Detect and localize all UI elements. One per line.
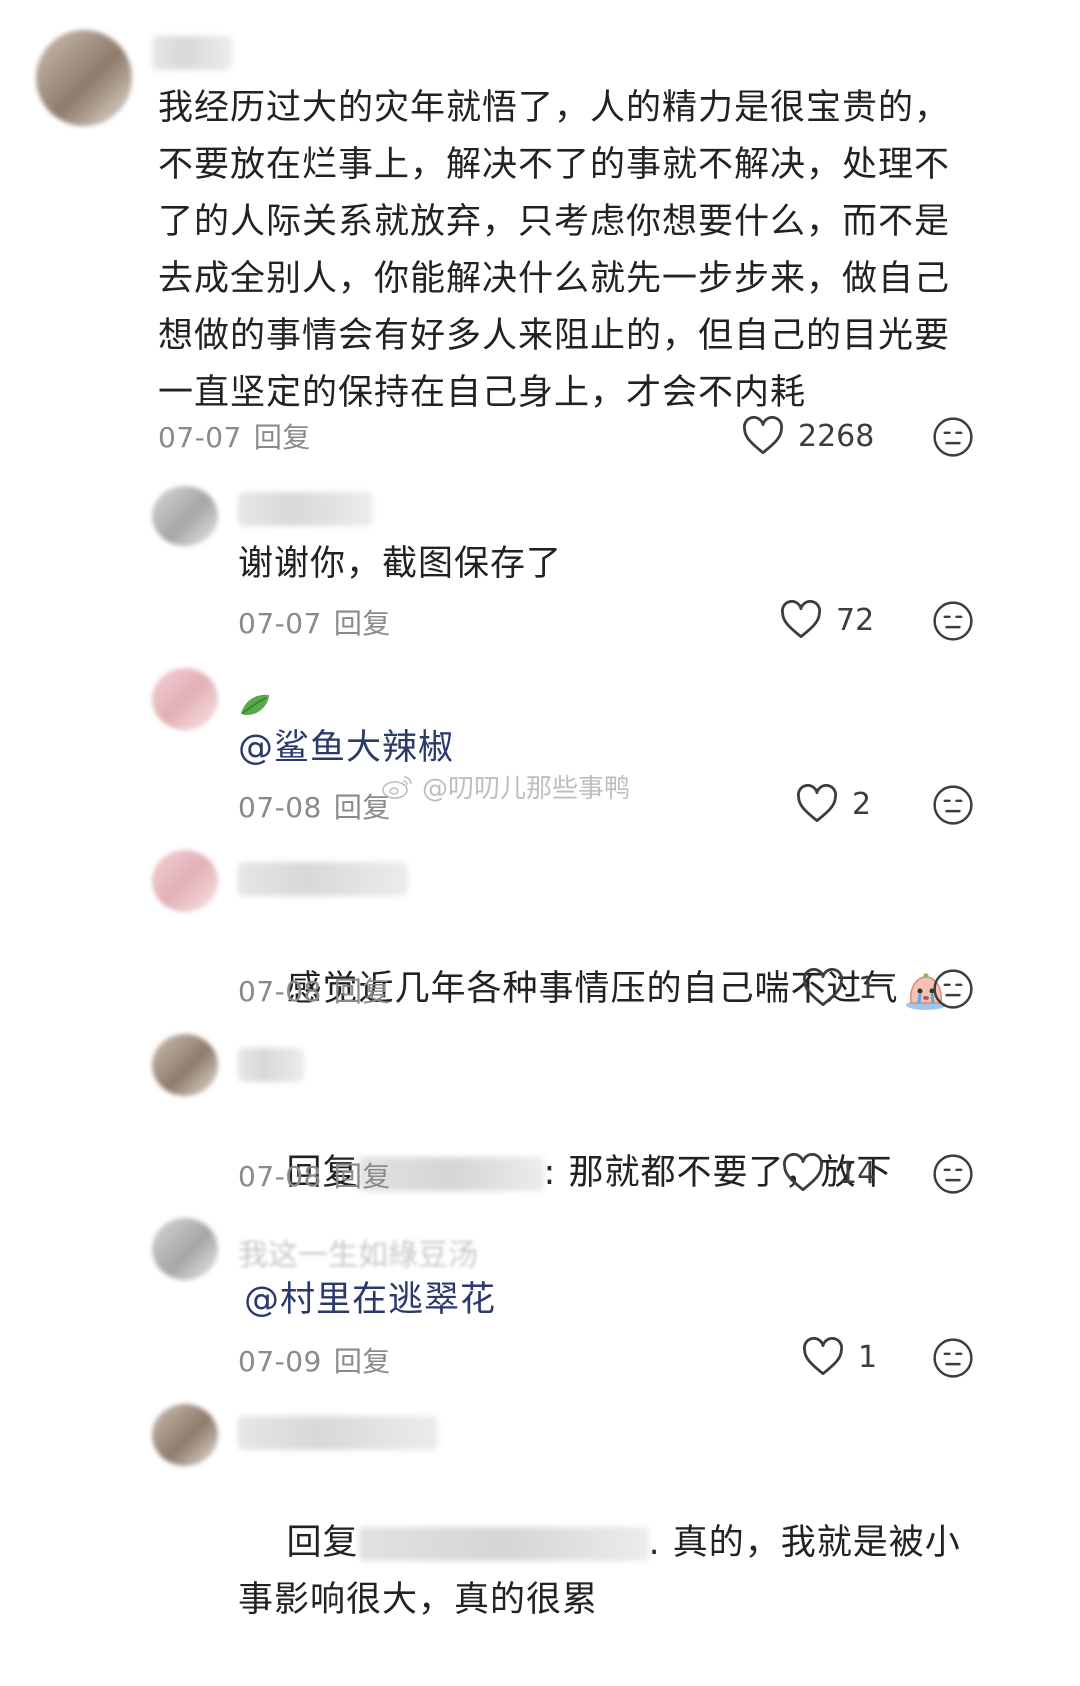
heart-outline-icon (780, 600, 822, 639)
heart-outline-icon (782, 1153, 824, 1192)
like-button[interactable]: 1 (802, 968, 877, 1008)
like-count: 72 (836, 602, 875, 638)
reply-button[interactable]: 回复 (334, 975, 391, 1008)
username-blurred[interactable] (238, 492, 373, 526)
avatar[interactable] (152, 486, 218, 546)
comment-date: 07-07 (158, 421, 242, 454)
comment-date: 07-09 (238, 1345, 322, 1378)
like-count: 2268 (798, 418, 875, 454)
comment-meta: 07-08 回复 (238, 1155, 391, 1195)
username-blurred[interactable] (152, 36, 232, 70)
comment-meta: 07-07 回复 (158, 416, 311, 456)
comment-text: 我经历过大的灾年就悟了，人的精力是很宝贵的，不要放在烂事上，解决不了的事就不解决… (158, 88, 951, 413)
meh-face-icon[interactable] (932, 784, 974, 826)
heart-outline-icon (742, 416, 784, 455)
leaf-icon (240, 694, 270, 716)
like-button[interactable]: 2 (796, 784, 871, 824)
watermark: @叨叨儿那些事鸭 (380, 768, 630, 805)
comment-text: 回复. 真的，我就是被小事影响很大，真的很累 (238, 1458, 978, 1686)
comment-meta: 07-08 回复 (238, 786, 391, 826)
username-blurred[interactable] (238, 1048, 304, 1082)
comment-date: 07-08 (238, 975, 322, 1008)
like-button[interactable]: 72 (780, 600, 874, 640)
avatar[interactable] (152, 850, 218, 912)
like-button[interactable]: 2268 (742, 416, 874, 456)
avatar[interactable] (152, 668, 218, 730)
reply-button[interactable]: 回复 (334, 1160, 391, 1193)
meh-face-icon[interactable] (932, 600, 974, 642)
username-faded[interactable]: 我这一生如綠豆汤 (238, 1230, 478, 1274)
comment-text: 谢谢你，截图保存了 (238, 544, 563, 584)
comment-date: 07-08 (238, 1160, 322, 1193)
heart-outline-icon (802, 1337, 844, 1376)
like-count: 2 (852, 786, 872, 822)
avatar[interactable] (152, 1404, 218, 1466)
like-button[interactable]: 14 (782, 1153, 876, 1193)
like-count: 14 (838, 1155, 877, 1191)
like-button[interactable]: 1 (802, 1337, 877, 1377)
comment-text[interactable]: @村里在逃翠花 (244, 1272, 984, 1329)
username-blurred[interactable] (238, 1416, 438, 1450)
comment-meta: 07-08 回复 (238, 970, 391, 1010)
avatar[interactable] (152, 1034, 218, 1096)
replied-username-blurred[interactable] (358, 1527, 649, 1561)
like-count: 1 (858, 1339, 878, 1375)
heart-outline-icon (802, 968, 844, 1007)
meh-face-icon[interactable] (932, 416, 974, 458)
comment-date: 07-07 (238, 607, 322, 640)
reply-button[interactable]: 回复 (334, 607, 391, 640)
avatar[interactable] (152, 1218, 218, 1280)
reply-button[interactable]: 回复 (334, 1345, 391, 1378)
comment-date: 07-08 (238, 791, 322, 824)
weibo-logo-icon (382, 775, 412, 799)
meh-face-icon[interactable] (932, 1153, 974, 1195)
watermark-text: @叨叨儿那些事鸭 (422, 774, 631, 804)
comment-meta: 07-07 回复 (238, 602, 391, 642)
like-count: 1 (858, 970, 878, 1006)
heart-outline-icon (796, 784, 838, 823)
comment-meta: 07-09 回复 (238, 1340, 391, 1380)
meh-face-icon[interactable] (932, 1337, 974, 1379)
reply-button[interactable]: 回复 (254, 421, 311, 454)
username-blurred[interactable] (238, 862, 408, 896)
meh-face-icon[interactable] (932, 968, 974, 1010)
reply-prefix: 回复 (286, 1523, 359, 1563)
avatar[interactable] (36, 30, 132, 126)
